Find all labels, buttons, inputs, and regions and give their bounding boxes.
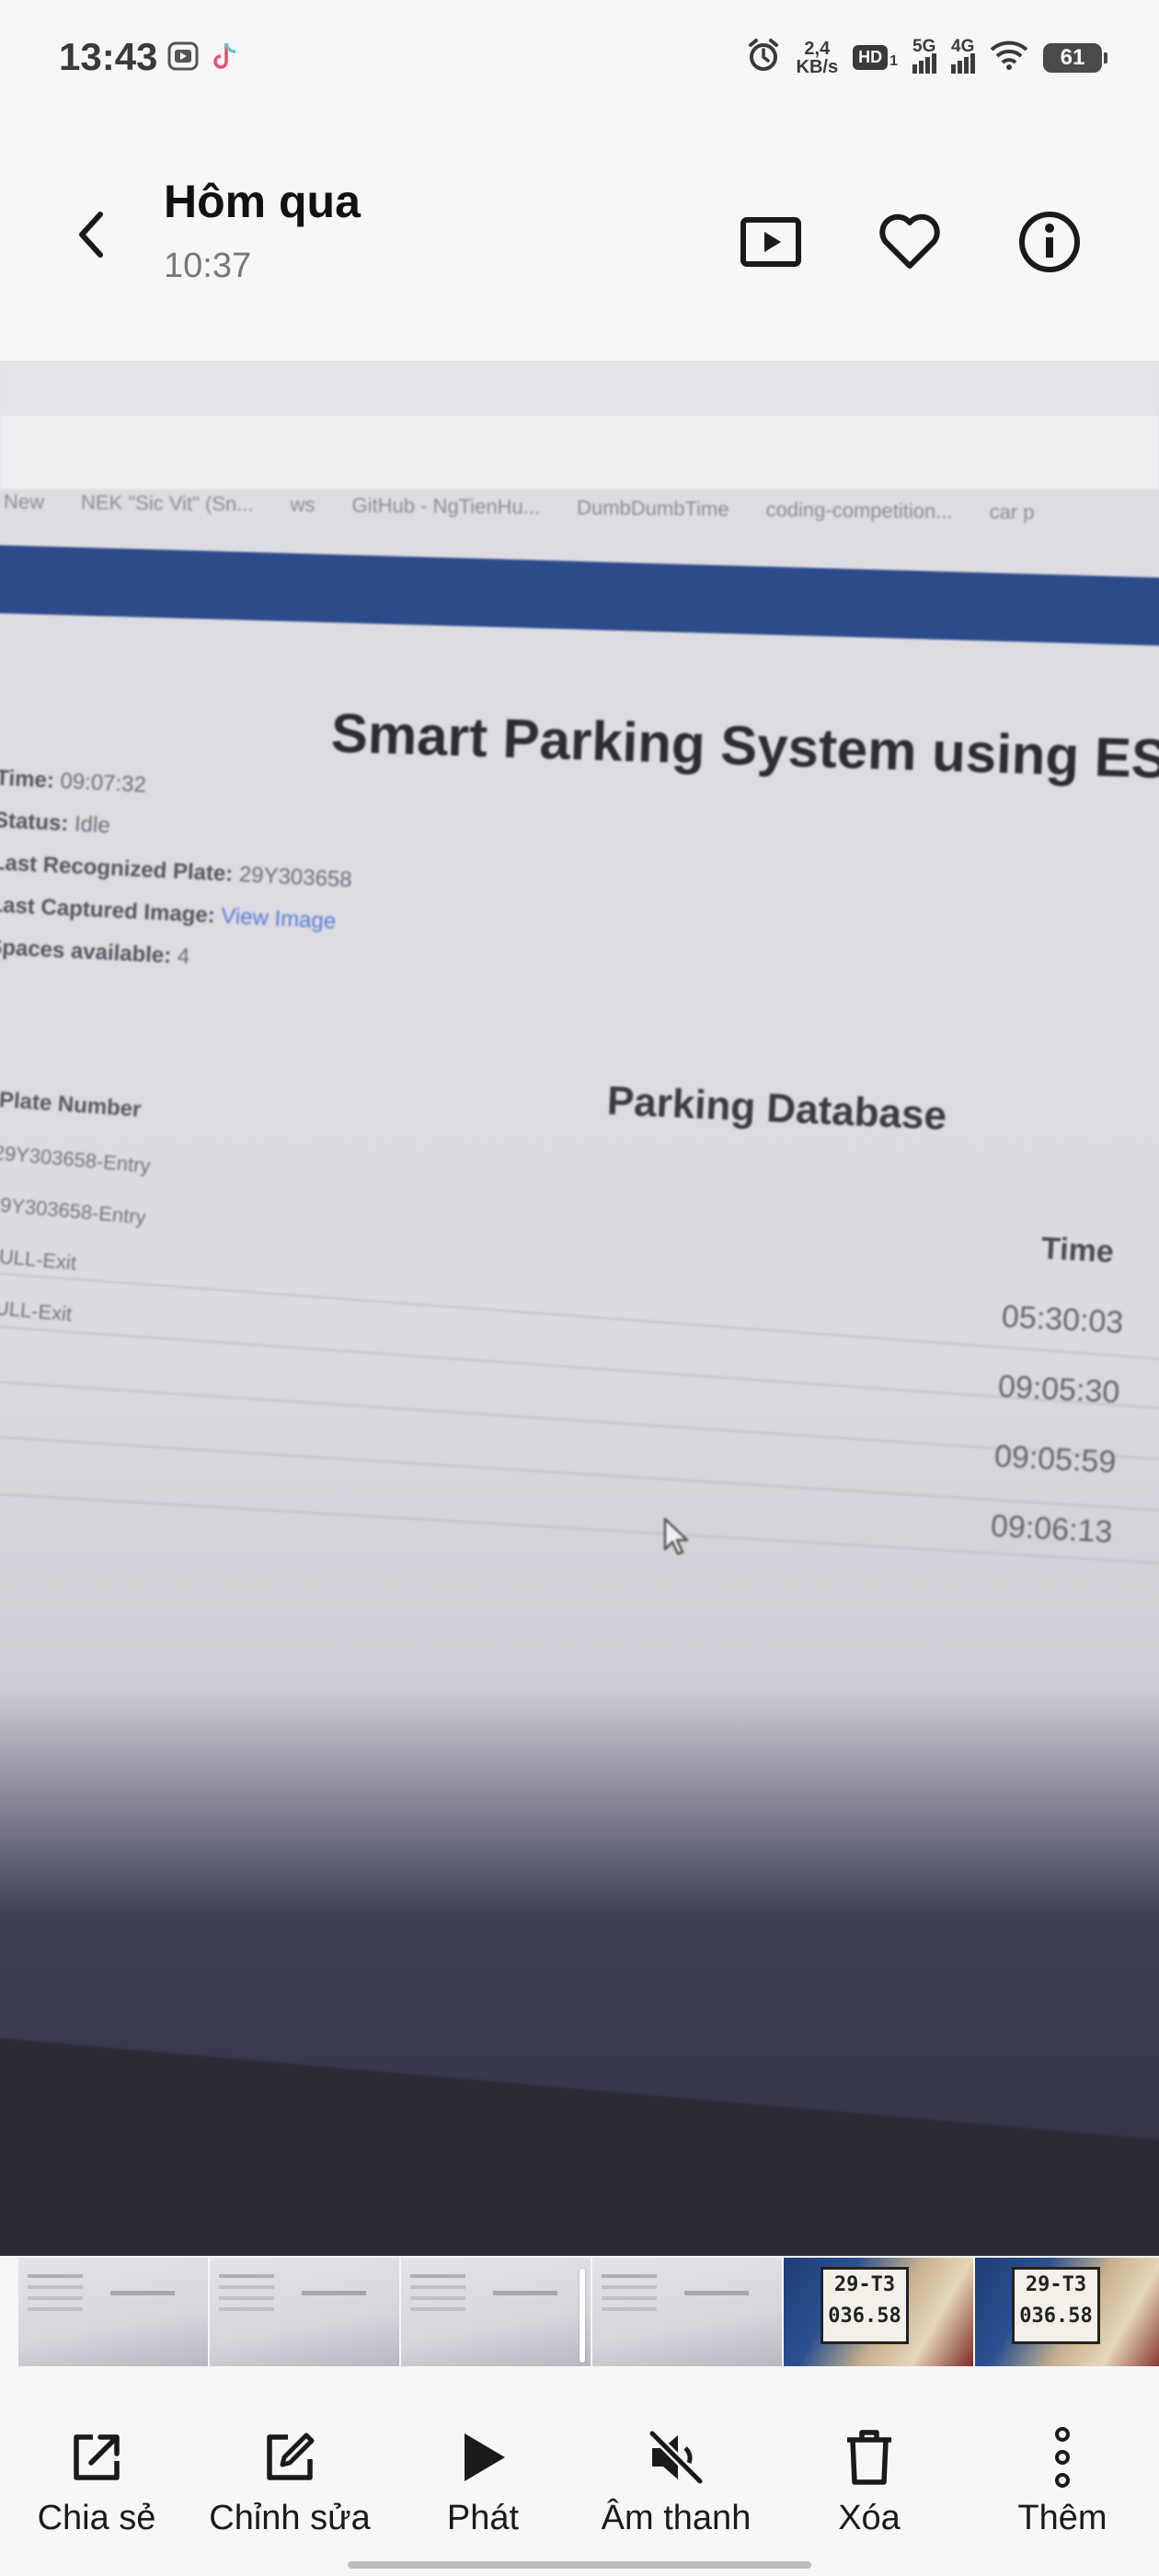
plate-line-2: 036.58 bbox=[1019, 2305, 1093, 2328]
thumbnail[interactable] bbox=[210, 2258, 399, 2366]
edit-icon bbox=[258, 2425, 322, 2490]
photo-info-block: Time: 09:07:32 Status: Idle Last Recogni… bbox=[0, 765, 357, 995]
photo-bookmark: NEK "Sic Vit" (Sn... bbox=[81, 490, 254, 516]
photo-page-title: Smart Parking System using ESP bbox=[329, 702, 1159, 791]
photo-view-image-link: View Image bbox=[220, 903, 337, 935]
photo-time-label: Time: bbox=[0, 765, 55, 794]
photo-table-header-plate: Plate Number bbox=[0, 1087, 143, 1122]
signal-4g-icon: 4G bbox=[951, 37, 975, 74]
status-time: 13:43 bbox=[59, 35, 158, 78]
slideshow-button[interactable] bbox=[731, 202, 810, 282]
photo-browser-tabs bbox=[0, 361, 1159, 416]
hd-voice-badge: HD bbox=[853, 45, 889, 70]
back-button[interactable] bbox=[59, 202, 123, 267]
edit-label: Chỉnh sửa bbox=[209, 2499, 371, 2537]
signal-5g-label: 5G bbox=[912, 36, 936, 56]
photo-table-rule bbox=[0, 1380, 1159, 1463]
wifi-icon bbox=[990, 40, 1028, 75]
top-app-bar: Hôm qua 10:37 bbox=[0, 120, 1159, 361]
more-button[interactable]: Thêm bbox=[966, 2425, 1159, 2538]
thumbnail[interactable] bbox=[592, 2258, 782, 2366]
edit-button[interactable]: Chỉnh sửa bbox=[193, 2425, 386, 2538]
photo-plate-value: 29Y303658 bbox=[238, 862, 353, 893]
play-icon bbox=[451, 2425, 515, 2490]
sound-off-icon bbox=[644, 2425, 708, 2490]
photo-time-value: 09:07:32 bbox=[59, 768, 147, 798]
photo-time-column: 05:30:03 09:05:30 09:05:59 09:06:13 bbox=[988, 1299, 1124, 1585]
photo-bookmarks-bar: New NEK "Sic Vit" (Sn... ws GitHub - NgT… bbox=[0, 474, 1159, 541]
plate-line-2: 036.58 bbox=[828, 2305, 901, 2328]
photo-bookmark: car p bbox=[989, 500, 1035, 524]
back-arrow-icon bbox=[79, 212, 103, 258]
media-app-icon bbox=[167, 40, 199, 76]
mouse-cursor-icon bbox=[663, 1517, 689, 1556]
alarm-icon bbox=[745, 37, 782, 78]
tiktok-icon bbox=[212, 40, 239, 76]
photo-table-rule bbox=[0, 1492, 1159, 1567]
info-button[interactable] bbox=[1010, 202, 1089, 282]
thumbnail[interactable]: 29-T3 036.58 bbox=[784, 2258, 973, 2366]
thumbnail[interactable] bbox=[18, 2258, 208, 2366]
more-vertical-icon bbox=[1030, 2425, 1095, 2490]
signal-4g-label: 4G bbox=[951, 36, 975, 56]
photo-status-value: Idle bbox=[74, 811, 111, 839]
photo-laptop-bezel bbox=[0, 2035, 1159, 2256]
photo-viewer[interactable]: New NEK "Sic Vit" (Sn... ws GitHub - NgT… bbox=[0, 361, 1159, 2256]
thumbnail-current[interactable] bbox=[401, 2258, 591, 2366]
page-title: Hôm qua bbox=[164, 176, 361, 227]
photo-table-rule bbox=[0, 1271, 1159, 1363]
home-gesture-bar[interactable] bbox=[348, 2561, 811, 2569]
plate-line-1: 29-T3 bbox=[1025, 2273, 1087, 2296]
photo-time-cell: 05:30:03 bbox=[1001, 1299, 1125, 1340]
photo-database-title: Parking Database bbox=[605, 1078, 948, 1139]
more-label: Thêm bbox=[1017, 2499, 1107, 2537]
battery-indicator: 61 bbox=[1043, 42, 1107, 73]
photo-bookmark: DumbDumbTime bbox=[577, 495, 729, 521]
photo-content: New NEK "Sic Vit" (Sn... ws GitHub - NgT… bbox=[0, 361, 1159, 2256]
page-subtitle-time: 10:37 bbox=[164, 247, 252, 285]
favorite-button[interactable] bbox=[870, 202, 949, 282]
license-plate-thumbnail: 29-T3 036.58 bbox=[820, 2267, 909, 2344]
photo-page-header-bar bbox=[0, 545, 1159, 647]
heart-icon bbox=[879, 213, 940, 269]
bottom-action-bar: Chia sẻ Chỉnh sửa Phát Âm thanh Xóa Thêm bbox=[0, 2370, 1159, 2576]
photo-plate-column: 29Y303658-Entry 29Y303658-Entry NULL-Exi… bbox=[0, 1141, 152, 1360]
photo-bookmark: ws bbox=[290, 492, 316, 516]
filmstrip-position-indicator bbox=[580, 2269, 585, 2363]
photo-status-label: Status: bbox=[0, 807, 69, 836]
thumbnail[interactable]: 29-T3 036.58 bbox=[975, 2258, 1159, 2366]
trash-icon bbox=[837, 2425, 901, 2490]
photo-table-rule bbox=[0, 1325, 1159, 1412]
photo-time-cell: 09:05:30 bbox=[997, 1368, 1121, 1410]
sound-toggle-button[interactable]: Âm thanh bbox=[580, 2425, 773, 2538]
photo-bookmark: GitHub - NgTienHu... bbox=[351, 493, 541, 519]
hd-voice-sub: 1 bbox=[889, 53, 898, 69]
slideshow-icon bbox=[740, 217, 801, 267]
network-speed-value: 2,4 bbox=[804, 38, 831, 59]
signal-5g-icon: 5G bbox=[912, 37, 936, 74]
photo-spaces-value: 4 bbox=[177, 943, 190, 970]
photo-time-cell: 09:05:59 bbox=[993, 1438, 1118, 1480]
share-button[interactable]: Chia sẻ bbox=[0, 2425, 193, 2538]
delete-label: Xóa bbox=[838, 2499, 901, 2537]
photo-bookmark: coding-competition... bbox=[765, 498, 953, 523]
license-plate-thumbnail: 29-T3 036.58 bbox=[1012, 2267, 1100, 2344]
status-bar: 13:43 2,4 KB/s HD 1 5G 4G 61 bbox=[0, 0, 1159, 120]
status-app-icons bbox=[167, 40, 239, 76]
status-right-cluster: 2,4 KB/s HD 1 5G 4G 61 bbox=[745, 37, 1107, 78]
sound-label: Âm thanh bbox=[601, 2499, 752, 2537]
network-speed-unit: KB/s bbox=[796, 56, 839, 77]
network-speed: 2,4 KB/s bbox=[797, 40, 839, 76]
play-label: Phát bbox=[446, 2499, 520, 2537]
photo-table-header-time: Time bbox=[1040, 1230, 1115, 1271]
share-label: Chia sẻ bbox=[37, 2499, 156, 2537]
photo-time-cell: 09:06:13 bbox=[990, 1508, 1114, 1550]
share-icon bbox=[64, 2425, 129, 2490]
play-button[interactable]: Phát bbox=[386, 2425, 580, 2538]
info-icon bbox=[1019, 212, 1080, 272]
photo-bookmark: New bbox=[4, 489, 45, 513]
plate-line-1: 29-T3 bbox=[833, 2273, 896, 2296]
delete-button[interactable]: Xóa bbox=[773, 2425, 966, 2538]
